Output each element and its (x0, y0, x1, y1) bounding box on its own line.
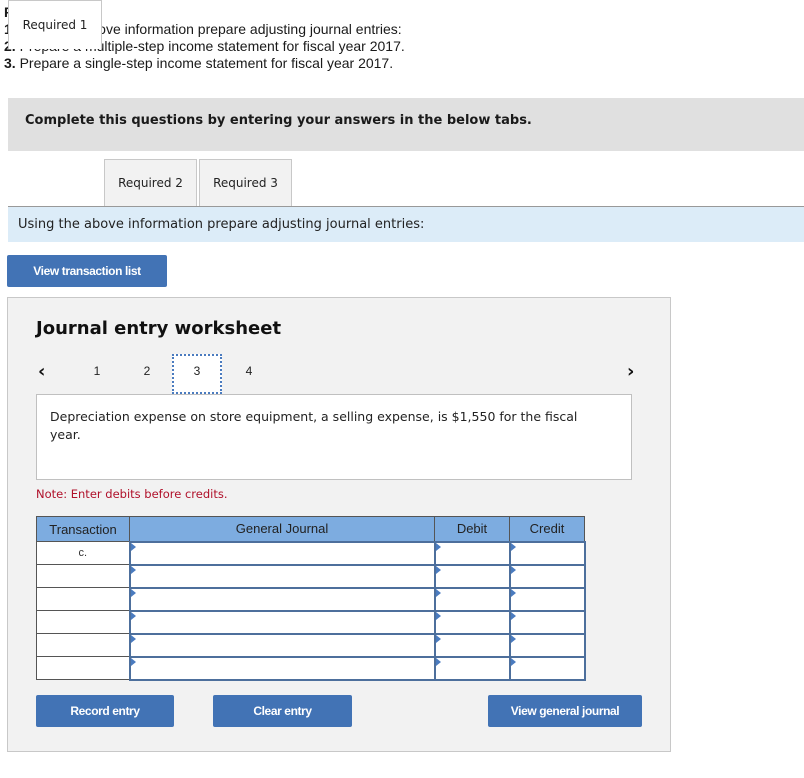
dropdown-marker-icon (435, 588, 441, 597)
dropdown-marker-icon (510, 611, 516, 620)
note-text: Note: Enter debits before credits. (36, 487, 228, 501)
account-input[interactable] (128, 632, 436, 658)
tab-required-2[interactable]: Required 2 (104, 159, 197, 207)
debit-input[interactable] (433, 563, 511, 589)
prompt-text: Using the above information prepare adju… (18, 217, 425, 232)
credit-input[interactable] (508, 609, 586, 635)
table-row (36, 632, 586, 658)
view-general-journal-button[interactable]: View general journal (488, 695, 642, 727)
page-4[interactable]: 4 (224, 356, 274, 386)
header-debit: Debit (434, 516, 510, 542)
debit-input[interactable] (433, 586, 511, 612)
dropdown-marker-icon (510, 634, 516, 643)
account-input[interactable] (128, 609, 436, 635)
debit-input[interactable] (433, 540, 511, 566)
dropdown-marker-icon (510, 588, 516, 597)
instruction-bar: Complete this questions by entering your… (8, 98, 804, 151)
credit-input[interactable] (508, 563, 586, 589)
table-row (36, 586, 586, 612)
transaction-description: Depreciation expense on store equipment,… (36, 394, 632, 480)
account-input[interactable] (128, 655, 436, 681)
dropdown-marker-icon (130, 565, 136, 574)
worksheet-pager: ‹ 1 2 3 4 › (8, 354, 672, 394)
dropdown-marker-icon (435, 565, 441, 574)
chevron-right-icon[interactable]: › (627, 361, 634, 382)
debit-input[interactable] (433, 609, 511, 635)
header-transaction: Transaction (36, 516, 130, 542)
tab-required-3[interactable]: Required 3 (199, 159, 292, 207)
record-entry-button[interactable]: Record entry (36, 695, 174, 727)
description-text: Depreciation expense on store equipment,… (50, 409, 578, 442)
transaction-cell[interactable] (36, 633, 130, 657)
transaction-cell[interactable] (36, 610, 130, 634)
view-transaction-list-button[interactable]: View transaction list (7, 255, 167, 287)
required-item-3: 3. Prepare a single-step income statemen… (4, 55, 394, 71)
transaction-cell[interactable] (36, 656, 130, 680)
transaction-cell[interactable]: c. (36, 541, 130, 565)
dropdown-marker-icon (435, 611, 441, 620)
page-1[interactable]: 1 (72, 356, 122, 386)
dropdown-marker-icon (510, 542, 516, 551)
header-credit: Credit (509, 516, 585, 542)
table-row (36, 563, 586, 589)
dropdown-marker-icon (130, 634, 136, 643)
dropdown-marker-icon (510, 565, 516, 574)
table-row (36, 655, 586, 681)
transaction-cell[interactable] (36, 587, 130, 611)
account-input[interactable] (128, 540, 436, 566)
transaction-cell[interactable] (36, 564, 130, 588)
tab-required-1[interactable]: Required 1 (8, 0, 102, 49)
dropdown-marker-icon (435, 634, 441, 643)
dropdown-marker-icon (130, 657, 136, 666)
credit-input[interactable] (508, 540, 586, 566)
credit-input[interactable] (508, 586, 586, 612)
table-header-row: Transaction General Journal Debit Credit (36, 516, 585, 542)
instruction-text: Complete this questions by entering your… (25, 113, 532, 128)
dropdown-marker-icon (130, 588, 136, 597)
credit-input[interactable] (508, 632, 586, 658)
table-row: c. (36, 540, 586, 566)
clear-entry-button[interactable]: Clear entry (213, 695, 352, 727)
debit-input[interactable] (433, 632, 511, 658)
dropdown-marker-icon (435, 657, 441, 666)
dropdown-marker-icon (130, 542, 136, 551)
account-input[interactable] (128, 586, 436, 612)
chevron-left-icon[interactable]: ‹ (38, 361, 45, 382)
worksheet-title: Journal entry worksheet (36, 318, 282, 339)
journal-table: Transaction General Journal Debit Credit… (36, 516, 586, 681)
credit-input[interactable] (508, 655, 586, 681)
dropdown-marker-icon (435, 542, 441, 551)
page-3-active[interactable]: 3 (172, 354, 222, 394)
table-row (36, 609, 586, 635)
dropdown-marker-icon (130, 611, 136, 620)
account-input[interactable] (128, 563, 436, 589)
header-general-journal: General Journal (129, 516, 435, 542)
dropdown-marker-icon (510, 657, 516, 666)
debit-input[interactable] (433, 655, 511, 681)
prompt-bar: Using the above information prepare adju… (8, 207, 804, 242)
page-2[interactable]: 2 (122, 356, 172, 386)
journal-entry-worksheet: Journal entry worksheet ‹ 1 2 3 4 › Depr… (7, 297, 671, 752)
